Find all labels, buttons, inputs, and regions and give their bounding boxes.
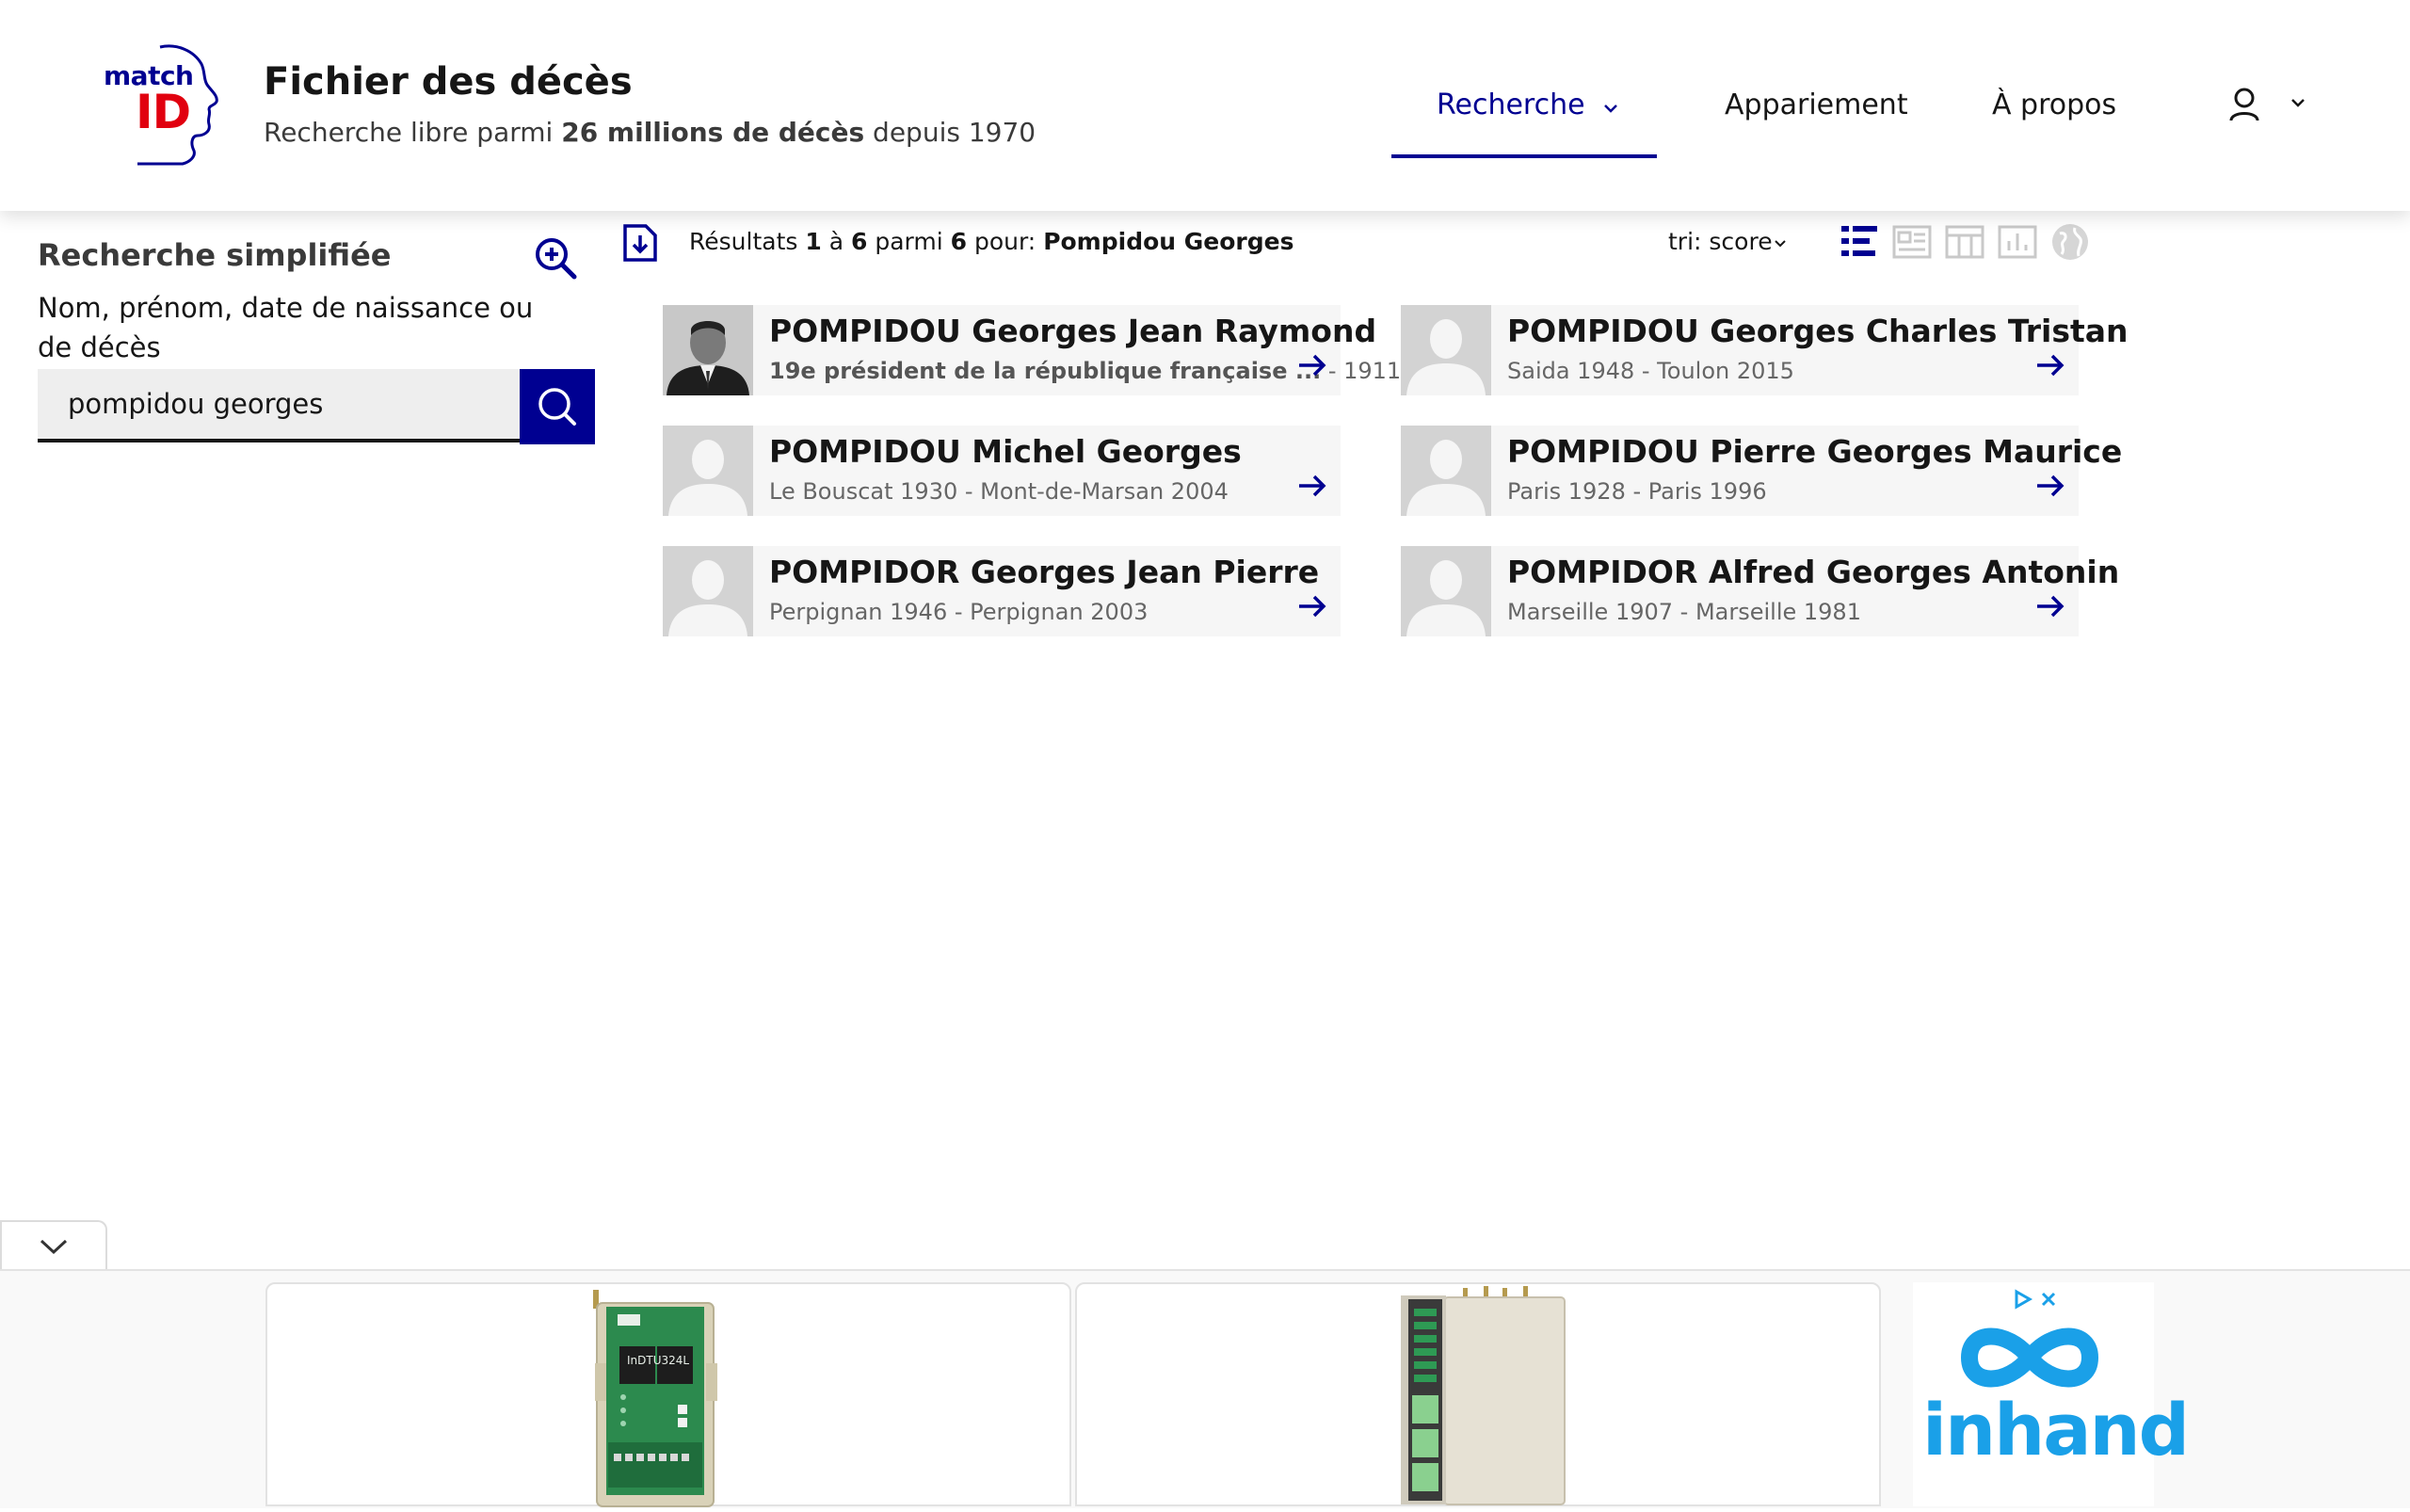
results-of-word: parmi bbox=[867, 228, 951, 255]
user-menu-button[interactable] bbox=[2222, 83, 2316, 130]
results-total: 6 bbox=[950, 228, 968, 255]
ad-collapse-button[interactable] bbox=[0, 1220, 107, 1273]
nav-appariement[interactable]: Appariement bbox=[1725, 88, 1908, 121]
subtitle-suffix: depuis 1970 bbox=[864, 117, 1036, 148]
result-details: Marseille 1907 - Marseille 1981 bbox=[1507, 599, 1861, 625]
map-view-icon[interactable] bbox=[2050, 222, 2090, 262]
result-places-dates: Le Bouscat 1930 - Mont-de-Marsan 2004 bbox=[769, 478, 1229, 505]
subtitle-prefix: Recherche libre parmi bbox=[264, 117, 562, 148]
device-label: InDTU324L bbox=[627, 1354, 690, 1367]
list-view-icon[interactable] bbox=[1840, 222, 1879, 262]
arrow-right-icon[interactable] bbox=[1293, 587, 1331, 625]
subtitle-count: 26 millions de décès bbox=[561, 117, 865, 148]
results-to-word: à bbox=[821, 228, 851, 255]
result-description: 19e président de la république française… bbox=[769, 358, 1322, 384]
site-title: Fichier des décès bbox=[264, 60, 633, 104]
result-details: Paris 1928 - Paris 1996 bbox=[1507, 478, 1767, 505]
arrow-right-icon[interactable] bbox=[1293, 346, 1331, 384]
result-name: POMPIDOU Michel Georges bbox=[769, 433, 1242, 470]
person-photo bbox=[663, 305, 753, 395]
ad-product-1[interactable]: InDTU324L bbox=[265, 1282, 1071, 1507]
result-card[interactable]: POMPIDOR Alfred Georges Antonin Marseille… bbox=[1401, 546, 2119, 636]
inhand-wordmark: inhand bbox=[1922, 1388, 2190, 1472]
result-card[interactable]: POMPIDOU Pierre Georges Maurice Paris 192… bbox=[1401, 426, 2122, 516]
result-card[interactable]: POMPIDOR Georges Jean Pierre Perpignan 19… bbox=[663, 546, 1341, 636]
search-button[interactable] bbox=[520, 369, 595, 444]
table-view-icon[interactable] bbox=[1945, 222, 1984, 262]
avatar-placeholder-icon bbox=[1401, 305, 1491, 395]
avatar-placeholder-icon bbox=[1401, 546, 1491, 636]
user-icon bbox=[2229, 88, 2305, 121]
avatar-placeholder-icon bbox=[663, 426, 753, 516]
results-to: 6 bbox=[850, 228, 868, 255]
result-name: POMPIDOR Alfred Georges Antonin bbox=[1507, 554, 2120, 590]
chevron-down-icon bbox=[40, 1239, 68, 1255]
arrow-right-icon[interactable] bbox=[1293, 467, 1331, 505]
download-file-icon bbox=[623, 224, 657, 262]
nav-active-indicator bbox=[1391, 154, 1657, 158]
result-name: POMPIDOU Georges Jean Raymond bbox=[769, 313, 1377, 349]
result-details: Le Bouscat 1930 - Mont-de-Marsan 2004 bbox=[769, 478, 1229, 505]
nav-recherche-label: Recherche bbox=[1437, 88, 1585, 121]
download-results-button[interactable] bbox=[621, 222, 659, 264]
ad-brand-panel[interactable]: inhand bbox=[1913, 1282, 2190, 1506]
result-places-dates: Perpignan 1946 - Perpignan 2003 bbox=[769, 599, 1149, 625]
result-places-dates: Paris 1928 - Paris 1996 bbox=[1507, 478, 1767, 505]
arrow-right-icon[interactable] bbox=[2032, 346, 2069, 384]
result-card[interactable]: POMPIDOU Georges Jean Raymond 19e préside… bbox=[663, 305, 1416, 395]
results-summary: Résultats 1 à 6 parmi 6 pour: Pompidou G… bbox=[689, 228, 1293, 255]
chart-view-icon[interactable] bbox=[1998, 222, 2037, 262]
site-subtitle: Recherche libre parmi 26 millions de déc… bbox=[264, 117, 1036, 148]
result-card[interactable]: POMPIDOU Georges Charles Tristan Saida 19… bbox=[1401, 305, 2129, 395]
search-input[interactable] bbox=[38, 369, 520, 442]
sort-label: tri: score bbox=[1668, 228, 1773, 255]
router-device-image bbox=[1401, 1286, 1566, 1505]
router-device-image bbox=[593, 1290, 717, 1507]
result-details: Saida 1948 - Toulon 2015 bbox=[1507, 358, 1794, 384]
nav-apropos[interactable]: À propos bbox=[1992, 88, 2116, 121]
site-header: match ID Fichier des décès Recherche lib… bbox=[0, 0, 2410, 211]
result-places-dates: Marseille 1907 - Marseille 1981 bbox=[1507, 599, 1861, 625]
result-name: POMPIDOR Georges Jean Pierre bbox=[769, 554, 1320, 590]
arrow-right-icon[interactable] bbox=[2032, 587, 2069, 625]
results-prefix: Résultats bbox=[689, 228, 806, 255]
chevron-down-icon bbox=[1602, 88, 1619, 121]
sidebar-title: Recherche simplifiée bbox=[38, 237, 392, 273]
card-view-icon[interactable] bbox=[1892, 222, 1932, 262]
result-details: Perpignan 1946 - Perpignan 2003 bbox=[769, 599, 1148, 625]
results-query: Pompidou Georges bbox=[1043, 228, 1294, 255]
arrow-right-icon[interactable] bbox=[2032, 467, 2069, 505]
result-card[interactable]: POMPIDOU Michel Georges Le Bouscat 1930 -… bbox=[663, 426, 1341, 516]
zoom-in-icon bbox=[536, 238, 577, 280]
result-places-dates: Saida 1948 - Toulon 2015 bbox=[1507, 358, 1794, 384]
advanced-search-button[interactable] bbox=[533, 235, 580, 282]
logo-id-text: ID bbox=[136, 85, 191, 139]
result-name: POMPIDOU Georges Charles Tristan bbox=[1507, 313, 2129, 349]
chevron-down-icon bbox=[1774, 240, 1786, 248]
ad-product-2[interactable] bbox=[1075, 1282, 1881, 1506]
avatar-placeholder-icon bbox=[663, 546, 753, 636]
search-field-label: Nom, prénom, date de naissance ou de déc… bbox=[38, 292, 534, 363]
nav-recherche[interactable]: Recherche bbox=[1437, 88, 1619, 121]
matchid-logo[interactable]: match ID bbox=[100, 41, 222, 169]
avatar-placeholder-icon bbox=[1401, 426, 1491, 516]
results-from: 1 bbox=[805, 228, 822, 255]
search-icon bbox=[538, 388, 576, 426]
result-name: POMPIDOU Pierre Georges Maurice bbox=[1507, 433, 2123, 470]
sort-dropdown[interactable]: tri: score bbox=[1668, 228, 1788, 255]
results-for-word: pour: bbox=[967, 228, 1044, 255]
